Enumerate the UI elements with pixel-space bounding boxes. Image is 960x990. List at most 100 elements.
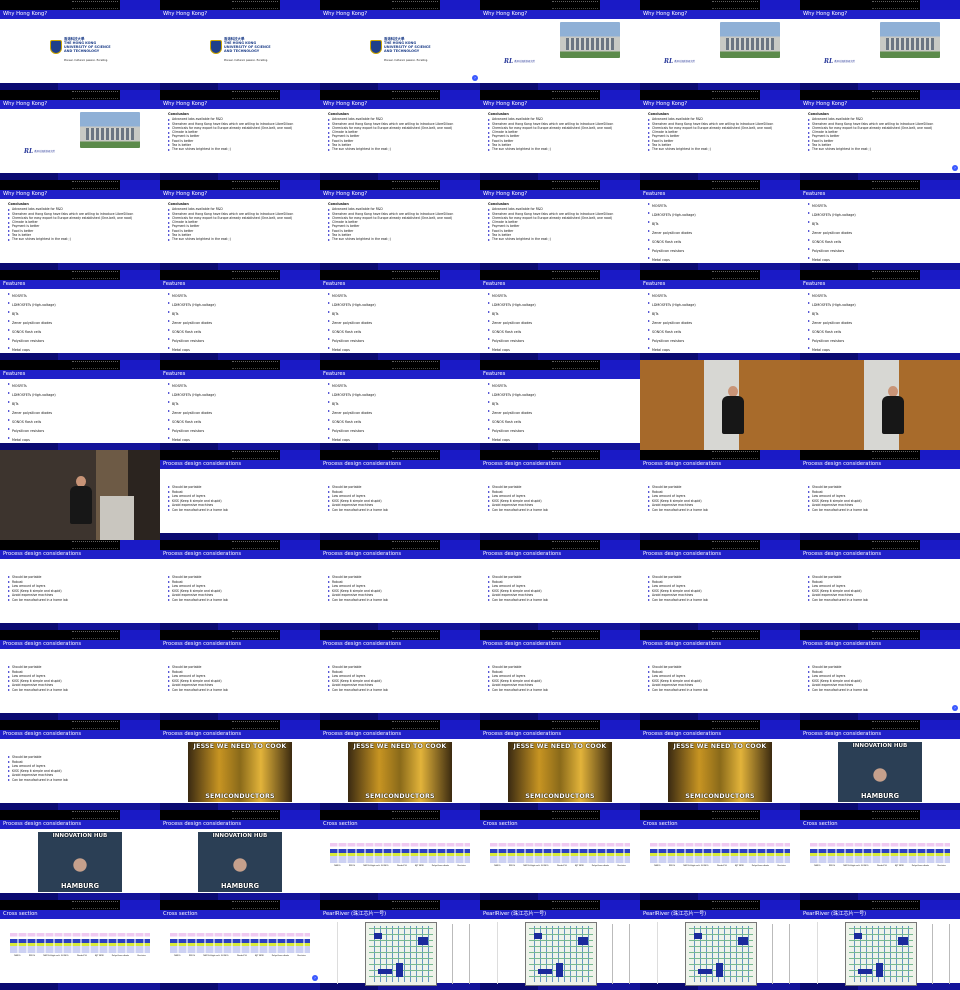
slide-thumbnail[interactable]: Process design considerations Should be p… [160, 450, 320, 540]
slide-thumbnail[interactable]: PearlRiver (珠江芯片一号) [320, 900, 480, 990]
slide-thumbnail[interactable]: Features MOSFETs LDMOSFETs (High-voltage) B… [480, 360, 640, 450]
section-navigation[interactable] [872, 541, 918, 549]
slide-thumbnail[interactable] [800, 360, 960, 450]
section-navigation[interactable] [392, 451, 438, 459]
slide-thumbnail[interactable]: Why Hong Kong? 香港科技大學 THE HONG KONG UNIVERS… [160, 0, 320, 90]
section-navigation[interactable] [552, 181, 598, 189]
next-arrow-icon[interactable]: › [472, 75, 478, 81]
slide-thumbnail[interactable]: Process design considerations INNOVATION … [800, 720, 960, 810]
section-navigation[interactable] [712, 541, 758, 549]
slide-thumbnail[interactable]: Features MOSFETs LDMOSFETs (High-voltage) B… [480, 270, 640, 360]
section-navigation[interactable] [72, 181, 118, 189]
section-navigation[interactable] [232, 181, 278, 189]
slide-thumbnail[interactable]: Features MOSFETs LDMOSFETs (High-voltage) B… [0, 360, 160, 450]
slide-thumbnail[interactable]: Process design considerations JESSE WE NE… [480, 720, 640, 810]
section-navigation[interactable] [872, 721, 918, 729]
slide-thumbnail[interactable]: Cross section NMOS PMOS NMOS High-volt. SON… [0, 900, 160, 990]
section-navigation[interactable] [552, 811, 598, 819]
section-navigation[interactable] [392, 811, 438, 819]
section-navigation[interactable] [232, 631, 278, 639]
slide-thumbnail[interactable]: Why Hong Kong? 香港科技大學 THE HONG KONG UNIVERS… [0, 0, 160, 90]
slide-thumbnail[interactable]: Process design considerations Should be p… [640, 450, 800, 540]
section-navigation[interactable] [712, 181, 758, 189]
section-navigation[interactable] [72, 361, 118, 369]
section-navigation[interactable] [552, 91, 598, 99]
slide-thumbnail[interactable]: Process design considerations INNOVATION … [160, 810, 320, 900]
section-navigation[interactable] [72, 541, 118, 549]
slide-thumbnail[interactable]: Process design considerations Should be p… [160, 540, 320, 630]
slide-thumbnail[interactable]: Why Hong Kong? RL香港光源創新研究所 [480, 0, 640, 90]
slide-thumbnail[interactable]: Features MOSFETs LDMOSFETs (High-voltage) B… [320, 270, 480, 360]
section-navigation[interactable] [872, 181, 918, 189]
section-navigation[interactable] [232, 541, 278, 549]
section-navigation[interactable] [712, 811, 758, 819]
slide-thumbnail[interactable]: PearlRiver (珠江芯片一号) [800, 900, 960, 990]
slide-thumbnail[interactable]: Features MOSFETs LDMOSFETs (High-voltage) B… [320, 360, 480, 450]
slide-thumbnail[interactable]: Why Hong Kong? Conclusion Advanced labs av… [640, 90, 800, 180]
section-navigation[interactable] [72, 1, 118, 9]
section-navigation[interactable] [872, 631, 918, 639]
section-navigation[interactable] [232, 721, 278, 729]
section-navigation[interactable] [872, 91, 918, 99]
section-navigation[interactable] [392, 901, 438, 909]
section-navigation[interactable] [872, 271, 918, 279]
slide-thumbnail[interactable]: Cross section NMOS PMOS NMOS High-volt. SON… [480, 810, 640, 900]
section-navigation[interactable] [392, 361, 438, 369]
section-navigation[interactable] [552, 541, 598, 549]
slide-thumbnail[interactable]: Process design considerations Should be p… [480, 630, 640, 720]
section-navigation[interactable] [552, 721, 598, 729]
slide-thumbnail[interactable]: Process design considerations JESSE WE NE… [320, 720, 480, 810]
slide-thumbnail[interactable]: Process design considerations Should be p… [320, 630, 480, 720]
slide-thumbnail[interactable]: Process design considerations JESSE WE NE… [640, 720, 800, 810]
section-navigation[interactable] [392, 91, 438, 99]
slide-thumbnail[interactable]: Why Hong Kong? RL香港光源創新研究所 [640, 0, 800, 90]
slide-thumbnail[interactable]: Process design considerations INNOVATION … [0, 810, 160, 900]
section-navigation[interactable] [712, 451, 758, 459]
section-navigation[interactable] [232, 811, 278, 819]
slide-thumbnail[interactable]: Process design considerations Should be p… [0, 540, 160, 630]
section-navigation[interactable] [232, 361, 278, 369]
slide-thumbnail[interactable]: Why Hong Kong? Conclusion Advanced labs av… [320, 180, 480, 270]
section-navigation[interactable] [72, 901, 118, 909]
slide-thumbnail[interactable]: Why Hong Kong? Conclusion Advanced labs av… [480, 90, 640, 180]
slide-thumbnail[interactable]: Process design considerations Should be p… [480, 450, 640, 540]
slide-thumbnail[interactable]: Process design considerations Should be p… [800, 540, 960, 630]
section-navigation[interactable] [72, 721, 118, 729]
next-arrow-icon[interactable]: › [952, 165, 958, 171]
section-navigation[interactable] [72, 91, 118, 99]
section-navigation[interactable] [552, 451, 598, 459]
section-navigation[interactable] [232, 451, 278, 459]
slide-thumbnail[interactable]: Process design considerations Should be p… [800, 450, 960, 540]
slide-thumbnail[interactable]: Process design considerations JESSE WE NE… [160, 720, 320, 810]
slide-thumbnail[interactable]: Cross section NMOS PMOS NMOS High-volt. SON… [800, 810, 960, 900]
section-navigation[interactable] [872, 451, 918, 459]
slide-thumbnail[interactable]: Process design considerations Should be p… [640, 630, 800, 720]
section-navigation[interactable] [552, 901, 598, 909]
slide-thumbnail[interactable]: Why Hong Kong? Conclusion Advanced labs av… [480, 180, 640, 270]
slide-thumbnail[interactable]: Why Hong Kong? Conclusion Advanced labs av… [0, 180, 160, 270]
section-navigation[interactable] [72, 271, 118, 279]
section-navigation[interactable] [872, 901, 918, 909]
slide-thumbnail[interactable]: Why Hong Kong? RL香港光源創新研究所 [0, 90, 160, 180]
section-navigation[interactable] [712, 901, 758, 909]
slide-thumbnail[interactable]: Features MOSFETs LDMOSFETs (High-voltage) B… [640, 270, 800, 360]
slide-thumbnail[interactable]: Process design considerations Should be p… [320, 540, 480, 630]
slide-thumbnail[interactable]: Why Hong Kong? Conclusion Advanced labs av… [160, 180, 320, 270]
section-navigation[interactable] [712, 271, 758, 279]
slide-thumbnail[interactable]: Process design considerations Should be p… [640, 540, 800, 630]
section-navigation[interactable] [232, 91, 278, 99]
section-navigation[interactable] [712, 1, 758, 9]
section-navigation[interactable] [872, 1, 918, 9]
section-navigation[interactable] [392, 631, 438, 639]
slide-thumbnail[interactable] [0, 450, 160, 540]
slide-thumbnail[interactable]: Why Hong Kong? 香港科技大學 THE HONG KONG UNIVERS… [320, 0, 480, 90]
section-navigation[interactable] [392, 721, 438, 729]
slide-thumbnail[interactable]: Process design considerations Should be p… [480, 540, 640, 630]
slide-thumbnail[interactable]: Process design considerations Should be p… [0, 720, 160, 810]
section-navigation[interactable] [712, 721, 758, 729]
slide-thumbnail[interactable]: Features MOSFETs LDMOSFETs (High-voltage) B… [640, 180, 800, 270]
section-navigation[interactable] [552, 1, 598, 9]
slide-thumbnail[interactable]: Features MOSFETs LDMOSFETs (High-voltage) B… [800, 270, 960, 360]
section-navigation[interactable] [232, 1, 278, 9]
section-navigation[interactable] [552, 271, 598, 279]
